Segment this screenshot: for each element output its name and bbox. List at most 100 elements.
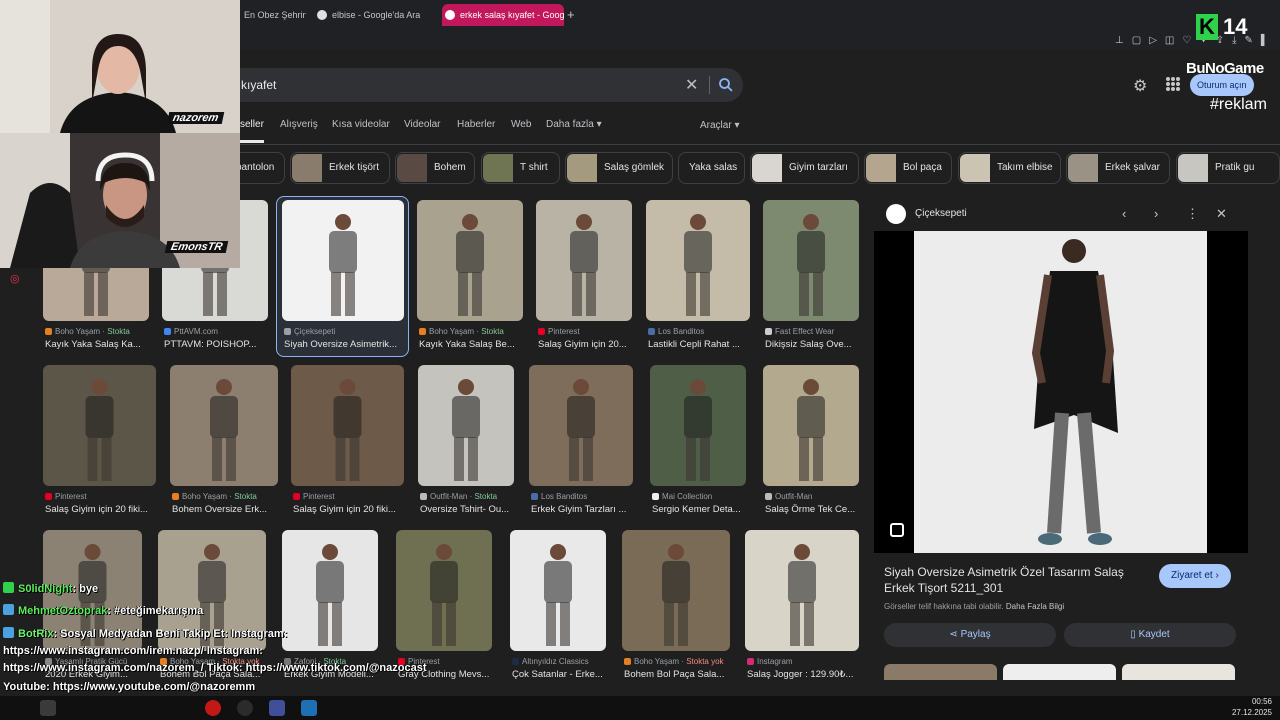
- google-lens-icon[interactable]: [890, 523, 904, 537]
- result-thumbnail[interactable]: [43, 365, 156, 486]
- chip-bol-paca[interactable]: Bol paça: [864, 152, 952, 184]
- result-title[interactable]: Salaş Jogger : 129.90₺...: [747, 669, 881, 680]
- result-source[interactable]: Mai Collection: [652, 492, 712, 501]
- search-icon[interactable]: [717, 76, 735, 94]
- result-thumbnail[interactable]: [622, 530, 730, 651]
- clear-search-icon[interactable]: ✕: [685, 75, 698, 95]
- image-result-card[interactable]: Fast Effect Wear Dikişsiz Salaş Ove...: [763, 200, 859, 351]
- result-source[interactable]: Instagram: [747, 657, 793, 666]
- result-thumbnail[interactable]: [536, 200, 632, 321]
- next-image-icon[interactable]: ›: [1154, 206, 1158, 221]
- chip-pratik-gu[interactable]: Pratik gu: [1176, 152, 1280, 184]
- result-title[interactable]: Salaş Giyim için 20 fiki...: [45, 504, 178, 515]
- image-result-card[interactable]: Outfit-Man · Stokta Oversize Tshirt- Ou..…: [418, 365, 514, 516]
- chip-takim-elbise[interactable]: Takım elbise: [958, 152, 1061, 184]
- share-button[interactable]: ⋖ Paylaş: [884, 623, 1056, 647]
- close-panel-icon[interactable]: ✕: [1216, 206, 1227, 222]
- result-title[interactable]: PTTAVM: POISHOP...: [164, 339, 290, 350]
- result-thumbnail[interactable]: [291, 365, 404, 486]
- result-thumbnail[interactable]: [282, 530, 378, 651]
- result-source[interactable]: Los Banditos: [531, 492, 587, 501]
- new-tab-button[interactable]: +: [567, 8, 575, 21]
- result-thumbnail[interactable]: [282, 200, 404, 321]
- result-thumbnail[interactable]: [417, 200, 523, 321]
- result-title[interactable]: Dikişsiz Salaş Ove...: [765, 339, 881, 350]
- result-source[interactable]: Boho Yaşam · Stokta yok: [624, 657, 724, 666]
- result-source[interactable]: Çiçeksepeti: [284, 327, 335, 336]
- result-title[interactable]: Oversize Tshirt- Ou...: [420, 504, 536, 515]
- tools-dropdown[interactable]: Araçlar ▾: [700, 120, 739, 131]
- chip-t-shirt[interactable]: T shirt: [481, 152, 560, 184]
- image-result-card[interactable]: Pinterest Salaş Giyim için 20 fiki...: [291, 365, 404, 516]
- search-input[interactable]: kıyafet: [241, 78, 276, 92]
- result-thumbnail[interactable]: [396, 530, 492, 651]
- discord-taskbar-icon[interactable]: [269, 700, 285, 716]
- chip-salas-gomlek[interactable]: Salaş gömlek: [565, 152, 673, 184]
- result-thumbnail[interactable]: [650, 365, 746, 486]
- app-taskbar-icon[interactable]: [301, 700, 317, 716]
- chip-erkek-salvar[interactable]: Erkek şalvar: [1066, 152, 1170, 184]
- result-title[interactable]: Kayık Yaka Salaş Be...: [419, 339, 545, 350]
- heart-icon[interactable]: ♡: [1182, 35, 1191, 46]
- result-source[interactable]: Pinterest: [538, 327, 580, 336]
- tab-elbise[interactable]: elbise - Google'da Ara: [314, 4, 432, 26]
- image-result-card[interactable]: Boho Yaşam · Stokta Kayık Yaka Salaş Be..…: [417, 200, 523, 351]
- obs-taskbar-icon[interactable]: [237, 700, 253, 716]
- tab-videos[interactable]: Videolar: [404, 119, 441, 130]
- result-thumbnail[interactable]: [763, 365, 859, 486]
- chip-yaka-salas[interactable]: Yaka salas: [678, 152, 745, 184]
- result-source[interactable]: Altınyıldız Classics: [512, 657, 589, 666]
- preview-image[interactable]: [874, 231, 1248, 553]
- search-box[interactable]: kıyafet ✕: [225, 68, 743, 102]
- box-icon[interactable]: ◫: [1165, 35, 1174, 46]
- result-thumbnail[interactable]: [418, 365, 514, 486]
- result-source[interactable]: Boho Yaşam · Stokta: [419, 327, 504, 336]
- related-image-thumbnail[interactable]: [884, 664, 997, 680]
- save-button[interactable]: ▯ Kaydet: [1064, 623, 1236, 647]
- visit-button[interactable]: Ziyaret et ›: [1159, 564, 1231, 588]
- tab-short-videos[interactable]: Kısa videolar: [332, 119, 390, 130]
- result-title[interactable]: Kayık Yaka Salaş Ka...: [45, 339, 171, 350]
- image-result-card[interactable]: Instagram Salaş Jogger : 129.90₺...: [745, 530, 859, 681]
- image-result-card[interactable]: Boho Yaşam · Stokta Bohem Oversize Erk...: [170, 365, 278, 516]
- image-result-card[interactable]: Çiçeksepeti Siyah Oversize Asimetrik...: [282, 200, 404, 351]
- image-result-card[interactable]: Mai Collection Sergio Kemer Deta...: [650, 365, 746, 516]
- image-result-card[interactable]: Altınyıldız Classics Çok Satanlar - Erke.…: [510, 530, 606, 681]
- image-result-card[interactable]: Pinterest Gray Clothing Mevs...: [396, 530, 492, 681]
- settings-gear-icon[interactable]: ⚙: [1133, 76, 1147, 96]
- result-title[interactable]: Erkek Giyim Tarzları ...: [531, 504, 655, 515]
- google-apps-icon[interactable]: [1166, 77, 1180, 91]
- tab-more[interactable]: Daha fazla ▾: [546, 119, 602, 130]
- result-source[interactable]: Outfit-Man: [765, 492, 812, 501]
- result-source[interactable]: PttAVM.com: [164, 327, 218, 336]
- result-source[interactable]: Boho Yaşam · Stokta: [45, 327, 130, 336]
- search-taskbar-icon[interactable]: [40, 700, 56, 716]
- result-thumbnail[interactable]: [745, 530, 859, 651]
- image-result-card[interactable]: Pinterest Salaş Giyim için 20 fiki...: [43, 365, 156, 516]
- previous-image-icon[interactable]: ‹: [1122, 206, 1126, 221]
- preview-site-name[interactable]: Çiçeksepeti: [915, 208, 967, 219]
- result-title[interactable]: Salaş Örme Tek Ce...: [765, 504, 881, 515]
- more-options-icon[interactable]: ⋮: [1186, 206, 1199, 222]
- screenshot-icon[interactable]: ▢: [1132, 35, 1141, 46]
- result-title[interactable]: Lastikli Cepli Rahat ...: [648, 339, 772, 350]
- related-image-thumbnail[interactable]: [1003, 664, 1116, 680]
- tab-shopping[interactable]: Alışveriş: [280, 119, 318, 130]
- tab-images[interactable]: seller: [240, 119, 264, 130]
- result-thumbnail[interactable]: [510, 530, 606, 651]
- image-result-card[interactable]: Los Banditos Erkek Giyim Tarzları ...: [529, 365, 633, 516]
- result-source[interactable]: Pinterest: [45, 492, 87, 501]
- result-title[interactable]: Salaş Giyim için 20 fiki...: [293, 504, 426, 515]
- image-result-card[interactable]: Pinterest Salaş Giyim için 20...: [536, 200, 632, 351]
- result-source[interactable]: Fast Effect Wear: [765, 327, 834, 336]
- chip-bohem[interactable]: Bohem: [395, 152, 475, 184]
- chip-erkek-tisort[interactable]: Erkek tişört: [290, 152, 390, 184]
- chip-giyim-tarzlari[interactable]: Giyim tarzları: [750, 152, 859, 184]
- result-title[interactable]: Salaş Giyim için 20...: [538, 339, 654, 350]
- sign-in-button[interactable]: Oturum açın: [1190, 74, 1254, 96]
- result-title[interactable]: Bohem Bol Paça Sala...: [624, 669, 752, 680]
- tab-erkek-salas[interactable]: erkek salaş kıyafet - Goog: [442, 4, 564, 26]
- preview-title[interactable]: Siyah Oversize Asimetrik Özel Tasarım Sa…: [884, 564, 1154, 596]
- result-title[interactable]: Bohem Oversize Erk...: [172, 504, 300, 515]
- result-source[interactable]: Pinterest: [293, 492, 335, 501]
